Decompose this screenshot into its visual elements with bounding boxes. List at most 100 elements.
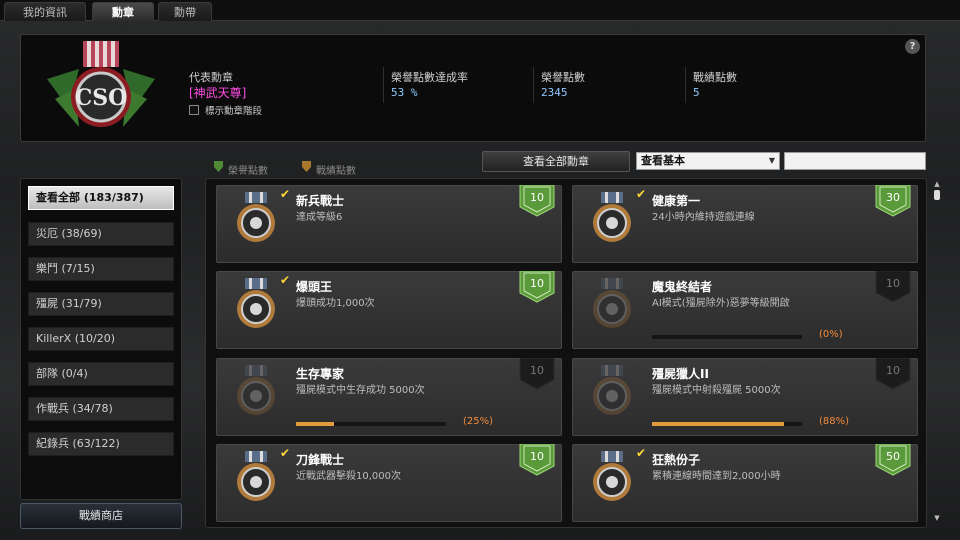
honor-points-value: 10 bbox=[530, 450, 544, 463]
filter-dropdown[interactable]: 查看基本 ▼ bbox=[636, 152, 780, 170]
medal-name: 爆頭王 bbox=[296, 280, 333, 294]
representative-label: 代表勳章 bbox=[189, 71, 233, 84]
category-combat-soldier[interactable]: 作戰兵 (34/78) bbox=[28, 397, 174, 421]
survival-medal-icon bbox=[237, 365, 275, 415]
welcome-cso-medal-icon bbox=[237, 192, 275, 242]
legend-battle-points: 戰績點數 bbox=[316, 166, 356, 177]
medal-description: 近戰武器擊殺10,000次 bbox=[296, 471, 401, 482]
gold-cso-medal-icon bbox=[593, 451, 631, 501]
category-disaster[interactable]: 災厄 (38/69) bbox=[28, 222, 174, 246]
tab-my-info[interactable]: 我的資訊 bbox=[4, 2, 86, 21]
honor-points-value: 50 bbox=[886, 450, 900, 463]
medal-card[interactable]: ✔ 刀鋒戰士近戰武器擊殺10,000次 10 bbox=[216, 444, 562, 522]
honor-points-value: 10 bbox=[530, 277, 544, 290]
tab-ribbons[interactable]: 勳帶 bbox=[158, 2, 212, 21]
scrollbar[interactable]: ▲ ▼ bbox=[932, 178, 942, 528]
medal-name: 刀鋒戰士 bbox=[296, 453, 345, 467]
progress-bar bbox=[296, 422, 446, 426]
chevron-down-icon: ▼ bbox=[768, 156, 775, 165]
representative-medal-icon: CSO bbox=[47, 41, 155, 127]
scroll-down-icon[interactable]: ▼ bbox=[932, 514, 942, 522]
medal-description: 達成等級6 bbox=[296, 212, 343, 223]
search-input[interactable] bbox=[784, 152, 926, 170]
battle-points-label: 戰績點數 bbox=[693, 71, 737, 84]
svg-text:CSO: CSO bbox=[75, 85, 128, 111]
medal-description: 爆頭成功1,000次 bbox=[296, 298, 375, 309]
category-squad[interactable]: 部隊 (0/4) bbox=[28, 362, 174, 386]
honor-points-badge: 50 bbox=[875, 444, 911, 476]
medal-card[interactable]: ✔ 健康第一 24小時內維持遊戲連線 30 bbox=[572, 185, 918, 263]
progress-fill bbox=[652, 422, 784, 426]
honor-points-value: 30 bbox=[886, 191, 900, 204]
honor-points-badge: 10 bbox=[519, 358, 555, 390]
representative-medal-name: [神武天尊] bbox=[189, 86, 247, 100]
honor-points-badge: 10 bbox=[875, 358, 911, 390]
help-icon[interactable]: ? bbox=[905, 39, 920, 54]
medal-name: 狂熱份子 bbox=[652, 453, 701, 467]
tab-medals[interactable]: 勳章 bbox=[92, 2, 154, 21]
honor-points-badge: 30 bbox=[875, 185, 911, 217]
view-all-medals-button[interactable]: 查看全部勳章 bbox=[482, 151, 630, 172]
honor-points-value: 10 bbox=[530, 364, 544, 377]
progress-fill bbox=[296, 422, 334, 426]
zombie-hunter-medal-icon bbox=[593, 365, 631, 415]
scroll-up-icon[interactable]: ▲ bbox=[932, 180, 942, 188]
honor-rate-value: 53 % bbox=[391, 86, 418, 99]
category-killerx[interactable]: KillerX (10/20) bbox=[28, 327, 174, 351]
honor-points-badge: 10 bbox=[875, 271, 911, 303]
legend-honor-points: 榮譽點數 bbox=[228, 166, 268, 177]
skull-medal-icon bbox=[237, 278, 275, 328]
earned-check-icon: ✔ bbox=[280, 187, 291, 201]
honor-rate-label: 榮譽點數達成率 bbox=[391, 71, 468, 84]
representative-medal-panel: CSO 代表勳章 [神武天尊] 標示勳章階段 榮譽點數達成率 53 % 榮譽點數… bbox=[20, 34, 926, 142]
medal-name: 新兵戰士 bbox=[296, 194, 345, 208]
filter-selected-value: 查看基本 bbox=[641, 154, 685, 167]
medal-card[interactable]: ✔ 狂熱份子累積連線時間達到2,000小時 50 bbox=[572, 444, 918, 522]
show-stage-checkbox[interactable] bbox=[189, 105, 199, 115]
earned-check-icon: ✔ bbox=[280, 446, 291, 460]
battle-shield-icon bbox=[302, 161, 311, 172]
medal-card[interactable]: 生存專家殭屍模式中生存成功 5000次 10 (25%) bbox=[216, 358, 562, 436]
demon-medal-icon bbox=[593, 278, 631, 328]
progress-bar bbox=[652, 335, 802, 339]
medal-card[interactable]: 魔鬼終結者 AI模式(殭屍除外)惡夢等級開啟 10 (0%) bbox=[572, 271, 918, 349]
medal-list: ✔ 新兵戰士達成等級6 10 ✔ 健康第一 24小時內維持遊戲連線 30 ✔ 爆頭王爆頭成功1,… bbox=[205, 178, 927, 528]
divider bbox=[685, 67, 686, 103]
progress-bar bbox=[652, 422, 802, 426]
category-fun-battle[interactable]: 樂鬥 (7/15) bbox=[28, 257, 174, 281]
progress-percent: (25%) bbox=[463, 416, 494, 427]
honor-points-badge: 10 bbox=[519, 271, 555, 303]
honor-points-value: 10 bbox=[886, 277, 900, 290]
earned-check-icon: ✔ bbox=[636, 446, 647, 460]
progress-percent: (88%) bbox=[819, 416, 850, 427]
medal-card[interactable]: ✔ 新兵戰士達成等級6 10 bbox=[216, 185, 562, 263]
tab-bar: 我的資訊 勳章 勳帶 bbox=[0, 0, 960, 21]
medal-card[interactable]: ✔ 爆頭王 爆頭成功1,000次 10 bbox=[216, 271, 562, 349]
category-sidebar: 查看全部 (183/387) 災厄 (38/69) 樂鬥 (7/15) 殭屍 (… bbox=[20, 178, 182, 500]
battle-shop-button[interactable]: 戰績商店 bbox=[20, 503, 182, 529]
medal-name: 生存專家 bbox=[296, 367, 345, 381]
category-record-soldier[interactable]: 紀錄兵 (63/122) bbox=[28, 432, 174, 456]
medal-description: 殭屍模式中生存成功 5000次 bbox=[296, 385, 425, 396]
medal-description: 24小時內維持遊戲連線 bbox=[652, 212, 755, 223]
divider bbox=[533, 67, 534, 103]
honor-points-value: 10 bbox=[886, 364, 900, 377]
show-stage-label: 標示勳章階段 bbox=[205, 106, 263, 117]
scroll-thumb[interactable] bbox=[934, 190, 940, 200]
earned-check-icon: ✔ bbox=[636, 187, 647, 201]
medal-name: 健康第一 bbox=[652, 194, 701, 208]
honor-points-value: 10 bbox=[530, 191, 544, 204]
category-all[interactable]: 查看全部 (183/387) bbox=[28, 186, 174, 210]
clock-medal-icon bbox=[593, 192, 631, 242]
medal-card[interactable]: 殭屍獵人II 殭屍模式中射殺殭屍 5000次 10 (88%) bbox=[572, 358, 918, 436]
medal-description: 累積連線時間達到2,000小時 bbox=[652, 471, 781, 482]
medal-name: 魔鬼終結者 bbox=[652, 280, 713, 294]
divider bbox=[383, 67, 384, 103]
progress-percent: (0%) bbox=[819, 329, 843, 340]
battle-points-value: 5 bbox=[693, 86, 700, 99]
honor-shield-icon bbox=[214, 161, 223, 172]
category-zombie[interactable]: 殭屍 (31/79) bbox=[28, 292, 174, 316]
honor-points-badge: 10 bbox=[519, 444, 555, 476]
honor-points-label: 榮譽點數 bbox=[541, 71, 585, 84]
honor-points-badge: 10 bbox=[519, 185, 555, 217]
